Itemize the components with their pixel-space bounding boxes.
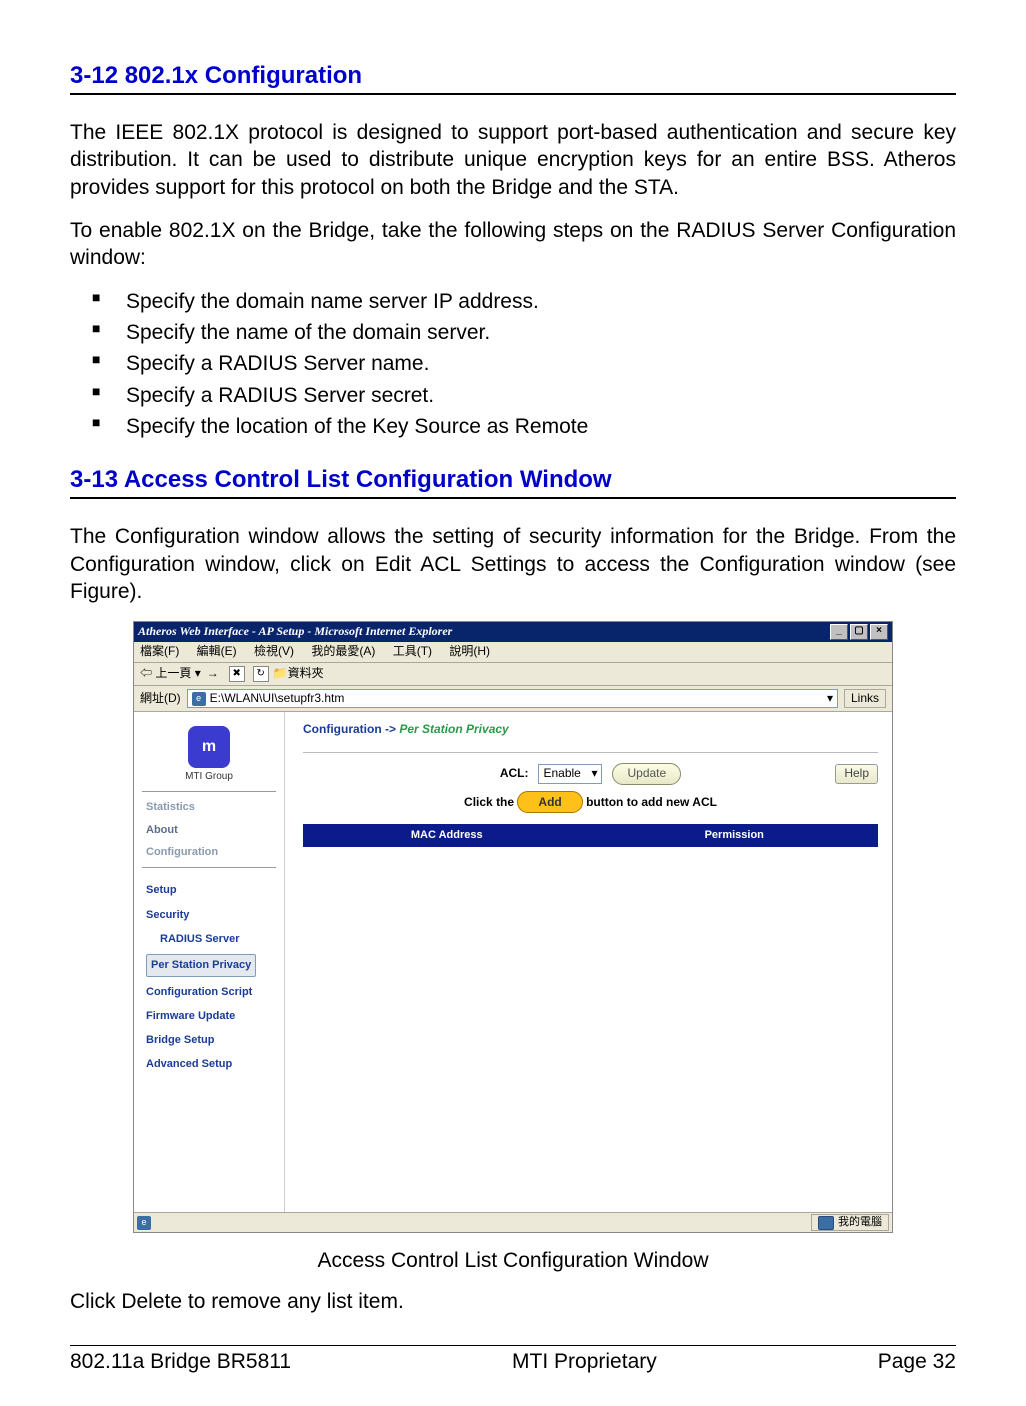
ie-menubar[interactable]: 檔案(F) 編輯(E) 檢視(V) 我的最愛(A) 工具(T) 說明(H)	[134, 642, 892, 663]
add-button[interactable]: Add	[517, 791, 582, 813]
col-mac-address: MAC Address	[303, 824, 591, 846]
breadcrumb: Configuration -> Per Station Privacy	[303, 722, 878, 753]
section-heading-3-13: 3-13 Access Control List Configuration W…	[70, 464, 956, 499]
window-title: Atheros Web Interface - AP Setup - Micro…	[138, 624, 452, 640]
crumb-per-station: Per Station Privacy	[399, 722, 508, 736]
sidebar: m MTI Group Statistics About Configurati…	[134, 712, 285, 1212]
figure-caption: Access Control List Configuration Window	[70, 1247, 956, 1274]
maximize-button[interactable]: ▢	[850, 624, 868, 640]
sidebar-item-radius[interactable]: RADIUS Server	[142, 927, 276, 951]
url-text: E:\WLAN\UI\setupfr3.htm	[210, 691, 345, 707]
ie-icon: e	[192, 692, 206, 706]
ie-toolbar: ⇦ 上一頁 ▾ → ✖ ↻ 📁資料夾	[134, 663, 892, 686]
figure-container: Atheros Web Interface - AP Setup - Micro…	[70, 621, 956, 1232]
footer-center: MTI Proprietary	[512, 1348, 657, 1375]
bookmarks-button[interactable]: 📁資料夾	[273, 666, 324, 682]
menu-help[interactable]: 說明(H)	[449, 644, 490, 658]
address-input[interactable]: e E:\WLAN\UI\setupfr3.htm ▾	[187, 689, 838, 709]
menu-favorites[interactable]: 我的最愛(A)	[311, 644, 375, 658]
footer-right: Page 32	[878, 1348, 956, 1375]
zone-indicator: 我的電腦	[811, 1214, 889, 1230]
acl-select[interactable]: Enable▾	[538, 764, 602, 784]
sidebar-item-advanced[interactable]: Advanced Setup	[142, 1052, 276, 1076]
ie-addressbar: 網址(D) e E:\WLAN\UI\setupfr3.htm ▾ Links	[134, 686, 892, 713]
list-item: Specify the domain name server IP addres…	[126, 288, 956, 315]
list-item: Specify the location of the Key Source a…	[126, 413, 956, 440]
ie-titlebar: Atheros Web Interface - AP Setup - Micro…	[134, 622, 892, 642]
list-item: Specify a RADIUS Server secret.	[126, 382, 956, 409]
refresh-icon[interactable]: ↻	[253, 666, 269, 682]
sidebar-item-statistics[interactable]: Statistics	[142, 796, 276, 818]
paragraph-steps: To enable 802.1X on the Bridge, take the…	[70, 217, 956, 272]
update-button[interactable]: Update	[612, 763, 681, 785]
section-heading-3-12: 3-12 802.1x Configuration	[70, 60, 956, 95]
footer-left: 802.11a Bridge BR5811	[70, 1348, 291, 1375]
col-permission: Permission	[591, 824, 879, 846]
sidebar-item-about[interactable]: About	[142, 819, 276, 841]
page-footer: 802.11a Bridge BR5811 MTI Proprietary Pa…	[70, 1345, 956, 1375]
sidebar-item-per-station[interactable]: Per Station Privacy	[146, 954, 256, 976]
closing-text: Click Delete to remove any list item.	[70, 1288, 956, 1315]
sidebar-item-security[interactable]: Security	[142, 903, 276, 927]
sidebar-item-bridge-setup[interactable]: Bridge Setup	[142, 1028, 276, 1052]
ie-statusbar: e 我的電腦	[134, 1212, 892, 1231]
menu-tools[interactable]: 工具(T)	[393, 644, 432, 658]
menu-file[interactable]: 檔案(F)	[140, 644, 179, 658]
paragraph-acl: The Configuration window allows the sett…	[70, 523, 956, 605]
close-button[interactable]: ×	[870, 624, 888, 640]
add-instruction: Click the Add button to add new ACL	[303, 795, 878, 811]
acl-table-header: MAC Address Permission	[303, 824, 878, 846]
help-button[interactable]: Help	[835, 764, 878, 784]
menu-view[interactable]: 檢視(V)	[254, 644, 294, 658]
menu-edit[interactable]: 編輯(E)	[197, 644, 237, 658]
crumb-configuration[interactable]: Configuration	[303, 722, 382, 736]
logo-label: MTI Group	[134, 770, 284, 783]
status-ie-icon: e	[137, 1216, 151, 1230]
list-item: Specify the name of the domain server.	[126, 319, 956, 346]
sidebar-item-setup[interactable]: Setup	[142, 878, 276, 902]
sidebar-item-configuration[interactable]: Configuration	[142, 841, 276, 863]
ie-window: Atheros Web Interface - AP Setup - Micro…	[133, 621, 893, 1232]
content-pane: Configuration -> Per Station Privacy ACL…	[285, 712, 892, 1212]
computer-icon	[818, 1216, 834, 1230]
list-item: Specify a RADIUS Server name.	[126, 350, 956, 377]
address-label: 網址(D)	[140, 691, 181, 707]
logo-icon: m	[188, 726, 230, 768]
app-body: m MTI Group Statistics About Configurati…	[134, 712, 892, 1212]
acl-label: ACL:	[500, 766, 529, 782]
back-button[interactable]: ⇦ 上一頁 ▾	[140, 666, 201, 682]
sidebar-item-config-script[interactable]: Configuration Script	[142, 980, 276, 1004]
paragraph-intro: The IEEE 802.1X protocol is designed to …	[70, 119, 956, 201]
acl-row: ACL: Enable▾ Update Help	[303, 763, 878, 785]
links-button[interactable]: Links	[844, 689, 886, 709]
sidebar-item-firmware[interactable]: Firmware Update	[142, 1004, 276, 1028]
bullet-list: Specify the domain name server IP addres…	[70, 288, 956, 440]
minimize-button[interactable]: _	[830, 624, 848, 640]
stop-icon[interactable]: ✖	[229, 666, 245, 682]
